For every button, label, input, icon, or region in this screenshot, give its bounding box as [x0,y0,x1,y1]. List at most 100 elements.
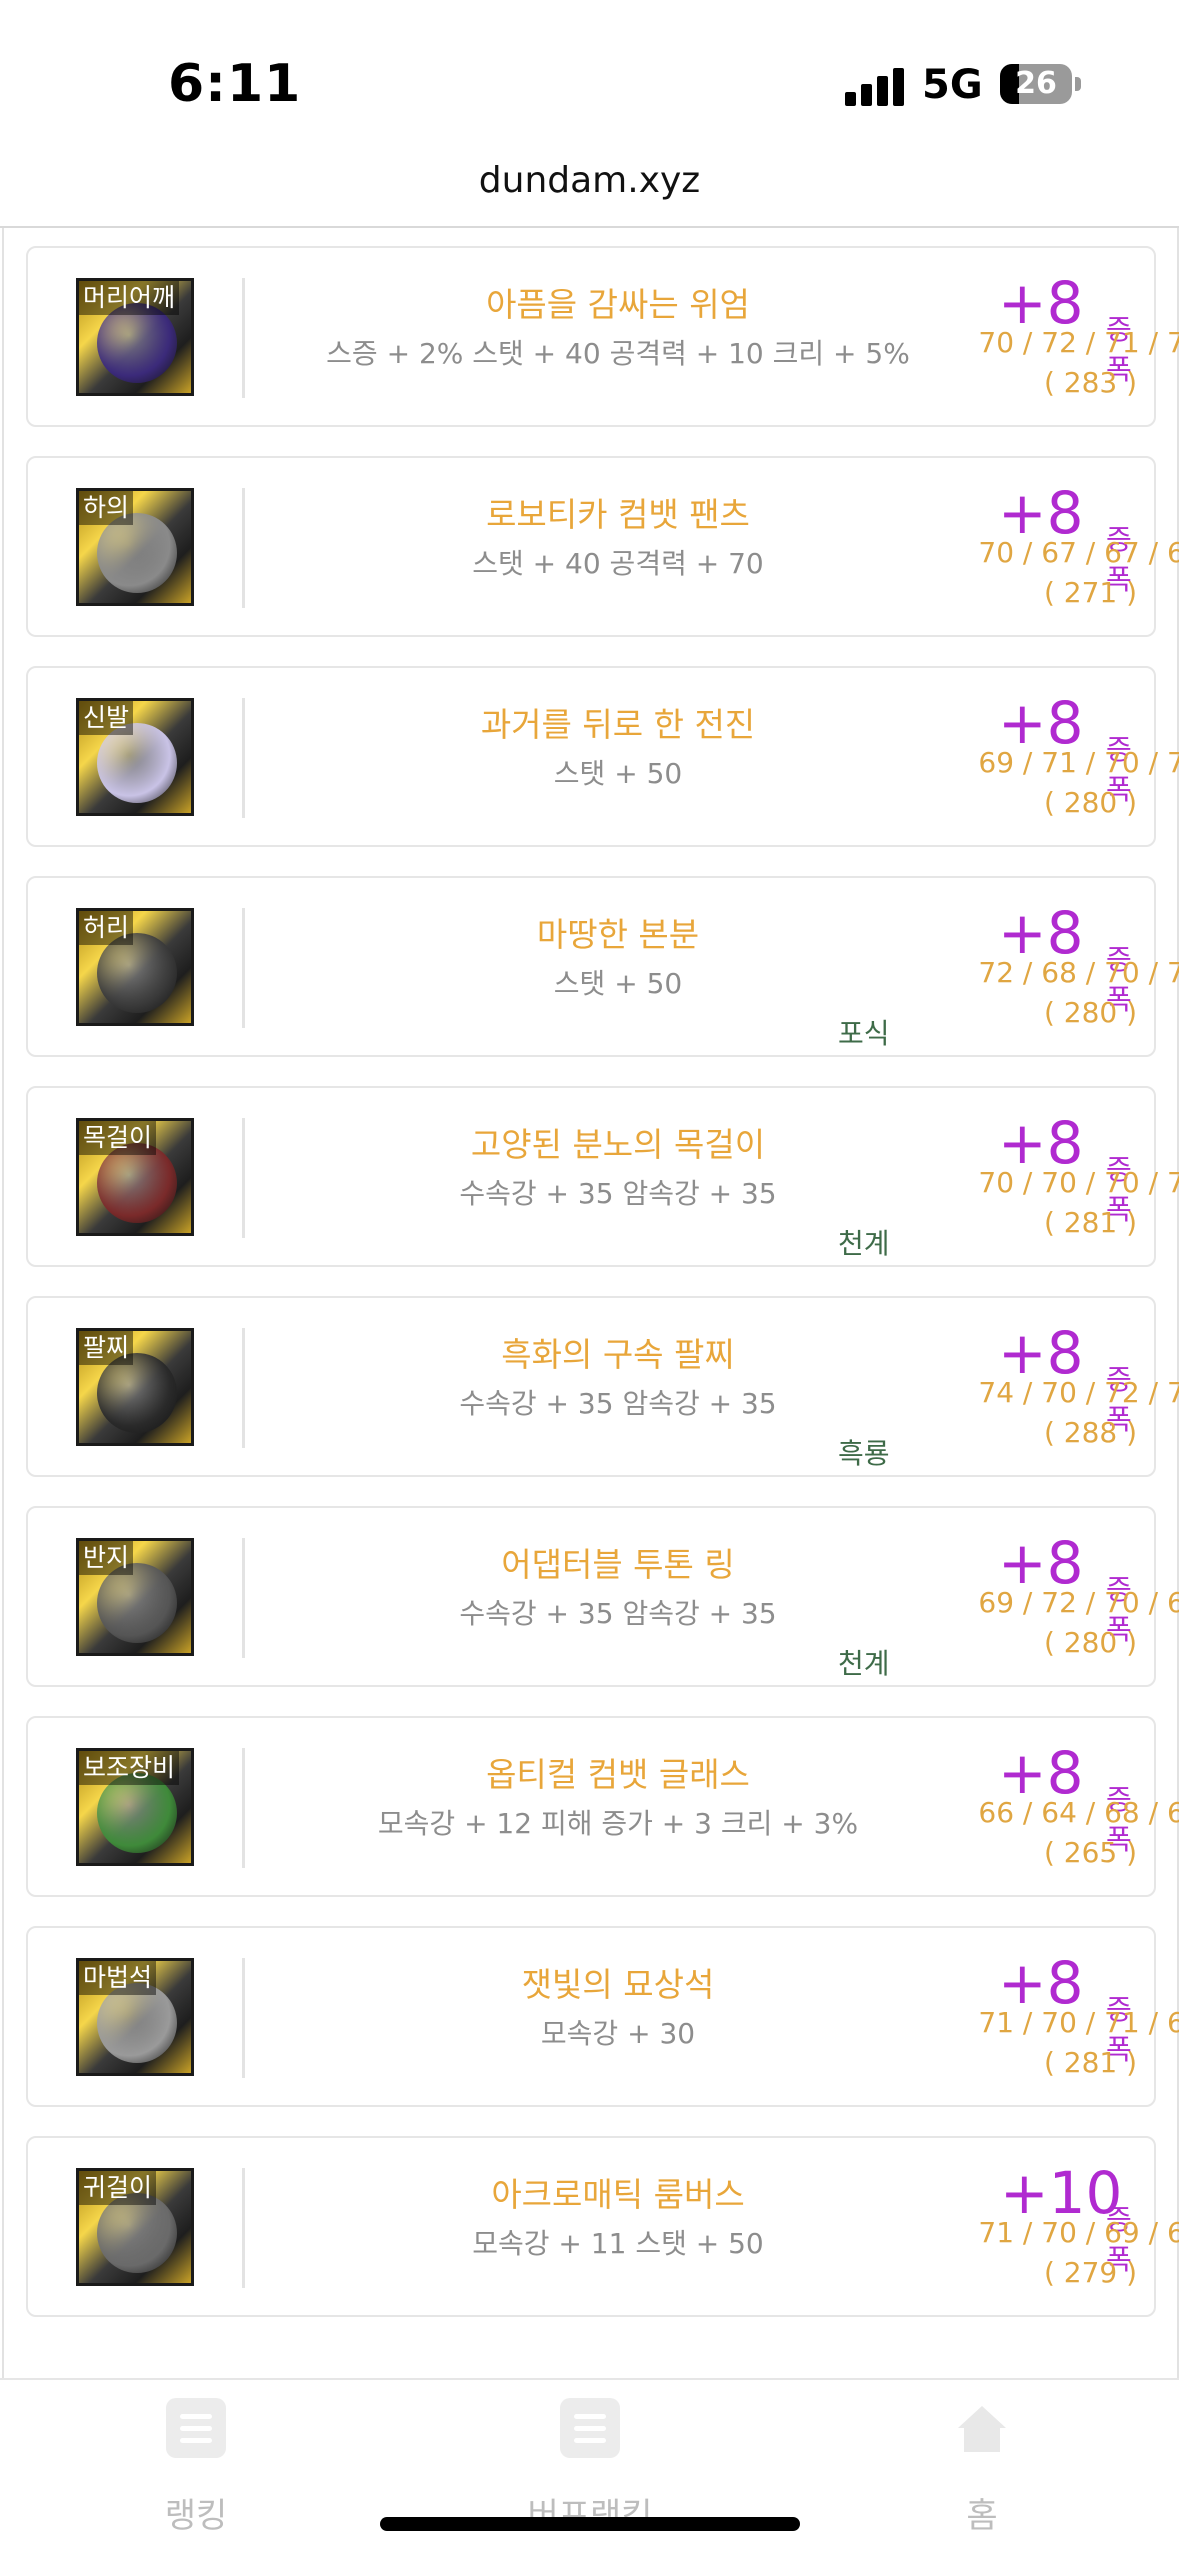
item-options: 스탯 + 40 공격력 + 70 [472,547,764,580]
card-divider [242,278,245,398]
item-tag: 흑룡 [838,1437,890,1470]
item-total: ( 288 ) [1043,1416,1138,1449]
item-icon: 머리어깨 [76,278,194,396]
equipment-card[interactable]: 머리어깨 아픔을 감싸는 위엄 스증 + 2% 스탯 + 40 공격력 + 10… [26,246,1179,427]
network-label: 5G [922,62,983,108]
slot-label: 목걸이 [79,1121,157,1155]
nav-ranking-label: 랭킹 [164,2496,228,2536]
item-stats: 70 / 70 / 70 / 71 [978,1166,1179,1199]
slot-label: 마법석 [79,1961,157,1995]
card-divider [242,1118,245,1238]
equipment-card[interactable]: 팔찌 흑화의 구속 팔찌 수속강 + 35 암속강 + 35 흑룡 +8 증폭 … [26,1296,1179,1477]
item-total: ( 279 ) [1043,2256,1138,2289]
item-options: 스증 + 2% 스탯 + 40 공격력 + 10 크리 + 5% [326,337,910,370]
equipment-card[interactable]: 반지 어댑터블 투톤 링 수속강 + 35 암속강 + 35 천계 +8 증폭 … [26,1506,1179,1687]
item-icon: 팔찌 [76,1328,194,1446]
item-options: 스탯 + 50 [553,967,683,1000]
item-art [97,1563,177,1643]
item-total: ( 265 ) [1043,1836,1138,1869]
slot-label: 허리 [79,911,134,945]
nav-ranking[interactable]: 랭킹 [96,2398,296,2537]
item-art [97,1143,177,1223]
item-name: 고양된 분노의 목걸이 [470,1125,766,1164]
item-art [97,1773,177,1853]
equipment-card[interactable]: 귀걸이 아크로매틱 룸버스 모속강 + 11 스탯 + 50 +10 증폭 71… [26,2136,1179,2317]
item-stats: 69 / 72 / 70 / 69 [978,1586,1179,1619]
home-indicator [380,2517,800,2531]
item-art [97,933,177,1013]
item-stats: 70 / 72 / 71 / 70 [978,326,1179,359]
item-art [97,1353,177,1433]
item-stats: 71 / 70 / 71 / 69 [978,2006,1179,2039]
card-divider [242,2168,245,2288]
card-divider [242,1538,245,1658]
item-name: 흑화의 구속 팔찌 [501,1335,735,1374]
item-stats: 74 / 70 / 72 / 72 [978,1376,1179,1409]
item-name: 로보티카 컴뱃 팬츠 [486,495,750,534]
browser-url[interactable]: dundam.xyz [0,160,1179,201]
item-name: 마땅한 본분 [536,915,700,954]
card-divider [242,1958,245,2078]
status-time: 6:11 [168,54,302,114]
equipment-card[interactable]: 허리 마땅한 본분 스탯 + 50 포식 +8 증폭 72 / 68 / 70 … [26,876,1179,1057]
slot-label: 하의 [79,491,134,525]
item-icon: 허리 [76,908,194,1026]
equipment-card[interactable]: 하의 로보티카 컴뱃 팬츠 스탯 + 40 공격력 + 70 +8 증폭 70 … [26,456,1179,637]
item-icon: 귀걸이 [76,2168,194,2286]
item-art [97,303,177,383]
equipment-card[interactable]: 마법석 잿빛의 묘상석 모속강 + 30 +8 증폭 71 / 70 / 71 … [26,1926,1179,2107]
item-stats: 69 / 71 / 70 / 70 [978,746,1179,779]
item-icon: 목걸이 [76,1118,194,1236]
battery-level: 26 [1015,66,1057,101]
slot-label: 보조장비 [79,1751,180,1785]
item-options: 모속강 + 11 스탯 + 50 [472,2227,764,2260]
item-icon: 신발 [76,698,194,816]
equipment-card[interactable]: 신발 과거를 뒤로 한 전진 스탯 + 50 +8 증폭 69 / 71 / 7… [26,666,1179,847]
item-options: 수속강 + 35 암속강 + 35 [459,1387,777,1420]
item-art [97,723,177,803]
slot-label: 머리어깨 [79,281,180,315]
item-icon: 하의 [76,488,194,606]
item-art [97,2193,177,2273]
item-options: 수속강 + 35 암속강 + 35 [459,1597,777,1630]
item-icon: 반지 [76,1538,194,1656]
battery-icon: 26 [1000,64,1072,104]
equipment-card[interactable]: 보조장비 옵티컬 컴뱃 글래스 모속강 + 12 피해 증가 + 3 크리 + … [26,1716,1179,1897]
item-total: ( 283 ) [1043,366,1138,399]
item-art [97,513,177,593]
equipment-card[interactable]: 목걸이 고양된 분노의 목걸이 수속강 + 35 암속강 + 35 천계 +8 … [26,1086,1179,1267]
item-name: 아픔을 감싸는 위엄 [486,285,750,324]
card-divider [242,698,245,818]
item-options: 모속강 + 12 피해 증가 + 3 크리 + 3% [377,1807,859,1840]
list-icon [560,2398,620,2458]
item-total: ( 280 ) [1043,786,1138,819]
item-options: 스탯 + 50 [553,757,683,790]
signal-icon [845,66,905,106]
slot-label: 반지 [79,1541,134,1575]
slot-label: 팔찌 [79,1331,134,1365]
item-name: 어댑터블 투톤 링 [501,1545,735,1584]
card-divider [242,1328,245,1448]
nav-home[interactable]: 홈 [882,2398,1082,2537]
item-stats: 66 / 64 / 68 / 67 [978,1796,1179,1829]
item-name: 과거를 뒤로 한 전진 [480,705,756,744]
item-name: 옵티컬 컴뱃 글래스 [486,1755,750,1794]
home-icon [952,2398,1012,2458]
item-total: ( 281 ) [1043,1206,1138,1239]
card-divider [242,908,245,1028]
item-total: ( 281 ) [1043,2046,1138,2079]
item-art [97,1983,177,2063]
nav-home-label: 홈 [966,2496,998,2536]
card-divider [242,1748,245,1868]
item-total: ( 280 ) [1043,996,1138,1029]
slot-label: 신발 [79,701,134,735]
list-icon [166,2398,226,2458]
item-stats: 71 / 70 / 69 / 69 [978,2216,1179,2249]
battery-cap [1075,77,1081,91]
item-tag: 포식 [838,1017,890,1050]
item-total: ( 280 ) [1043,1626,1138,1659]
slot-label: 귀걸이 [79,2171,157,2205]
item-options: 모속강 + 30 [540,2017,696,2050]
item-name: 잿빛의 묘상석 [521,1965,715,2004]
item-stats: 72 / 68 / 70 / 70 [978,956,1179,989]
